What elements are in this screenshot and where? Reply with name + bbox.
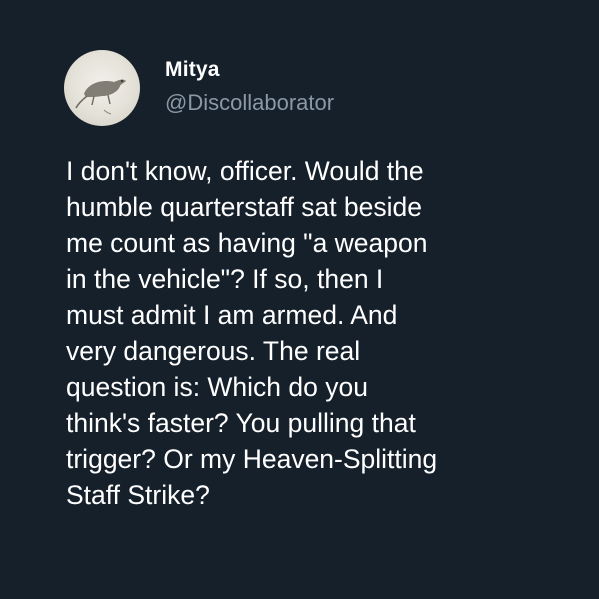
rat-sketch-icon	[75, 79, 126, 115]
tweet-text: I don't know, officer. Would the humble …	[66, 156, 438, 510]
tweet-card: Mitya @Discollaborator I don't know, off…	[0, 0, 599, 599]
avatar[interactable]	[64, 50, 140, 126]
display-name[interactable]: Mitya	[165, 57, 334, 83]
user-handle[interactable]: @Discollaborator	[165, 89, 334, 117]
tweet-header: Mitya @Discollaborator	[64, 50, 334, 126]
author-names: Mitya @Discollaborator	[165, 57, 334, 117]
